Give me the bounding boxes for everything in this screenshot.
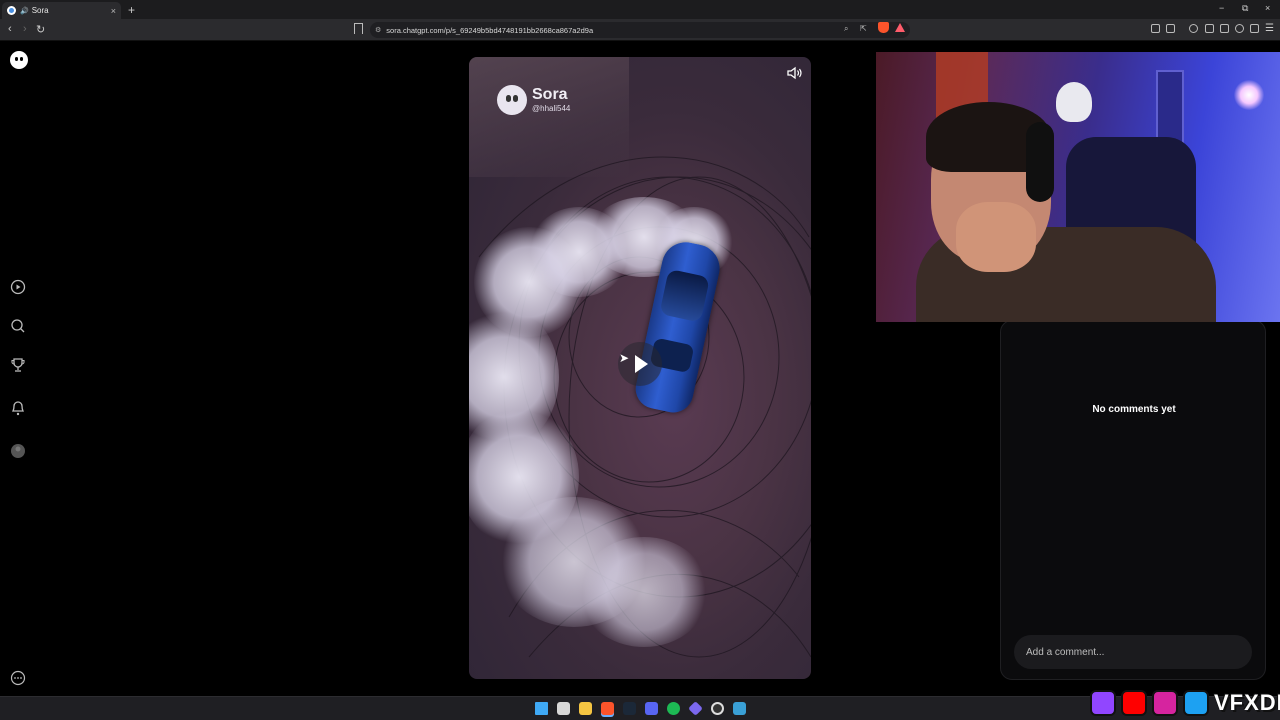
calendar-app-icon[interactable]	[557, 702, 570, 715]
bookmark-icon[interactable]	[354, 23, 363, 34]
empty-comments-text: No comments yet	[1092, 404, 1176, 415]
sora-watermark-logo	[497, 85, 527, 115]
browser-tab-bar: 🔊 Sora × + − ⧉ ×	[0, 0, 1280, 19]
share-icon[interactable]: ⇱	[860, 24, 867, 33]
youtube-icon	[1121, 690, 1147, 716]
wallet-icon[interactable]	[1220, 24, 1229, 33]
media-icon[interactable]	[1189, 24, 1198, 33]
address-bar[interactable]: ⚙ sora.chatgpt.com/p/s_69249b5bd4748191b…	[370, 22, 910, 38]
comment-input[interactable]	[1014, 635, 1252, 669]
window-close-button[interactable]: ×	[1265, 3, 1270, 13]
tab-audio-icon[interactable]: 🔊	[20, 7, 29, 15]
site-info-icon[interactable]: ⚙	[375, 26, 381, 34]
person-hand	[956, 202, 1036, 272]
leo-icon[interactable]	[1235, 24, 1244, 33]
trophy-icon[interactable]	[10, 357, 26, 373]
mouse-cursor-icon: ➤	[619, 351, 630, 365]
steam-icon[interactable]	[623, 702, 636, 715]
new-tab-button[interactable]: +	[128, 3, 135, 17]
browser-toolbar: ‹ › ↻ ⚙ sora.chatgpt.com/p/s_69249b5bd47…	[0, 19, 1280, 41]
obs-icon[interactable]	[711, 702, 724, 715]
bell-icon[interactable]	[10, 400, 26, 416]
taskbar	[0, 696, 1280, 720]
back-icon[interactable]: ‹	[8, 23, 12, 35]
minimize-button[interactable]: −	[1219, 3, 1224, 13]
address-text: sora.chatgpt.com/p/s_69249b5bd4748191bb2…	[386, 25, 594, 35]
brand-text: VFXDI	[1214, 690, 1280, 715]
sora-logo-icon[interactable]	[10, 51, 28, 69]
file-explorer-icon[interactable]	[579, 702, 592, 715]
forward-icon[interactable]: ›	[23, 23, 27, 35]
profile-icon[interactable]	[10, 443, 26, 459]
search-icon[interactable]	[10, 318, 26, 334]
extensions-icon[interactable]	[1151, 24, 1160, 33]
sora-favicon-icon	[7, 6, 16, 15]
watermark-name: Sora	[532, 86, 568, 103]
restore-button[interactable]: ⧉	[1242, 3, 1248, 14]
comments-panel: No comments yet	[1000, 320, 1266, 680]
tab-title: Sora	[31, 6, 49, 15]
tab-sora[interactable]: 🔊 Sora ×	[2, 2, 121, 19]
reader-icon[interactable]	[1166, 24, 1175, 33]
discord-icon[interactable]	[645, 702, 658, 715]
volume-icon[interactable]	[786, 65, 804, 81]
lamp	[1234, 80, 1264, 110]
headset	[1026, 122, 1054, 202]
notepad-icon[interactable]	[733, 702, 746, 715]
app-icon[interactable]	[688, 701, 703, 716]
watermark-handle: @hhali544	[532, 104, 571, 113]
more-icon[interactable]	[10, 670, 26, 686]
instagram-icon	[1152, 690, 1178, 716]
video-icon[interactable]	[10, 279, 26, 295]
video-player[interactable]: ➤ Sora @hhali544	[469, 57, 811, 679]
brave-rewards-icon[interactable]	[895, 23, 905, 32]
brave-shields-icon[interactable]	[878, 22, 889, 33]
menu-icon[interactable]: ☰	[1265, 23, 1274, 34]
stream-social-overlay: VFXDI	[1090, 688, 1280, 718]
spotify-icon[interactable]	[667, 702, 680, 715]
sidebar-toggle-icon[interactable]	[1205, 24, 1214, 33]
jolly-roger-flag	[1056, 82, 1092, 122]
zoom-icon[interactable]: ⌕	[844, 24, 848, 34]
windows-start-icon[interactable]	[535, 702, 548, 715]
reload-icon[interactable]: ↻	[36, 23, 45, 36]
tab-close-icon[interactable]: ×	[111, 6, 116, 16]
streamer-webcam	[876, 52, 1280, 322]
twitch-icon	[1090, 690, 1116, 716]
brave-browser-icon[interactable]	[601, 702, 614, 715]
vpn-icon[interactable]	[1250, 24, 1259, 33]
twitter-icon	[1183, 690, 1209, 716]
